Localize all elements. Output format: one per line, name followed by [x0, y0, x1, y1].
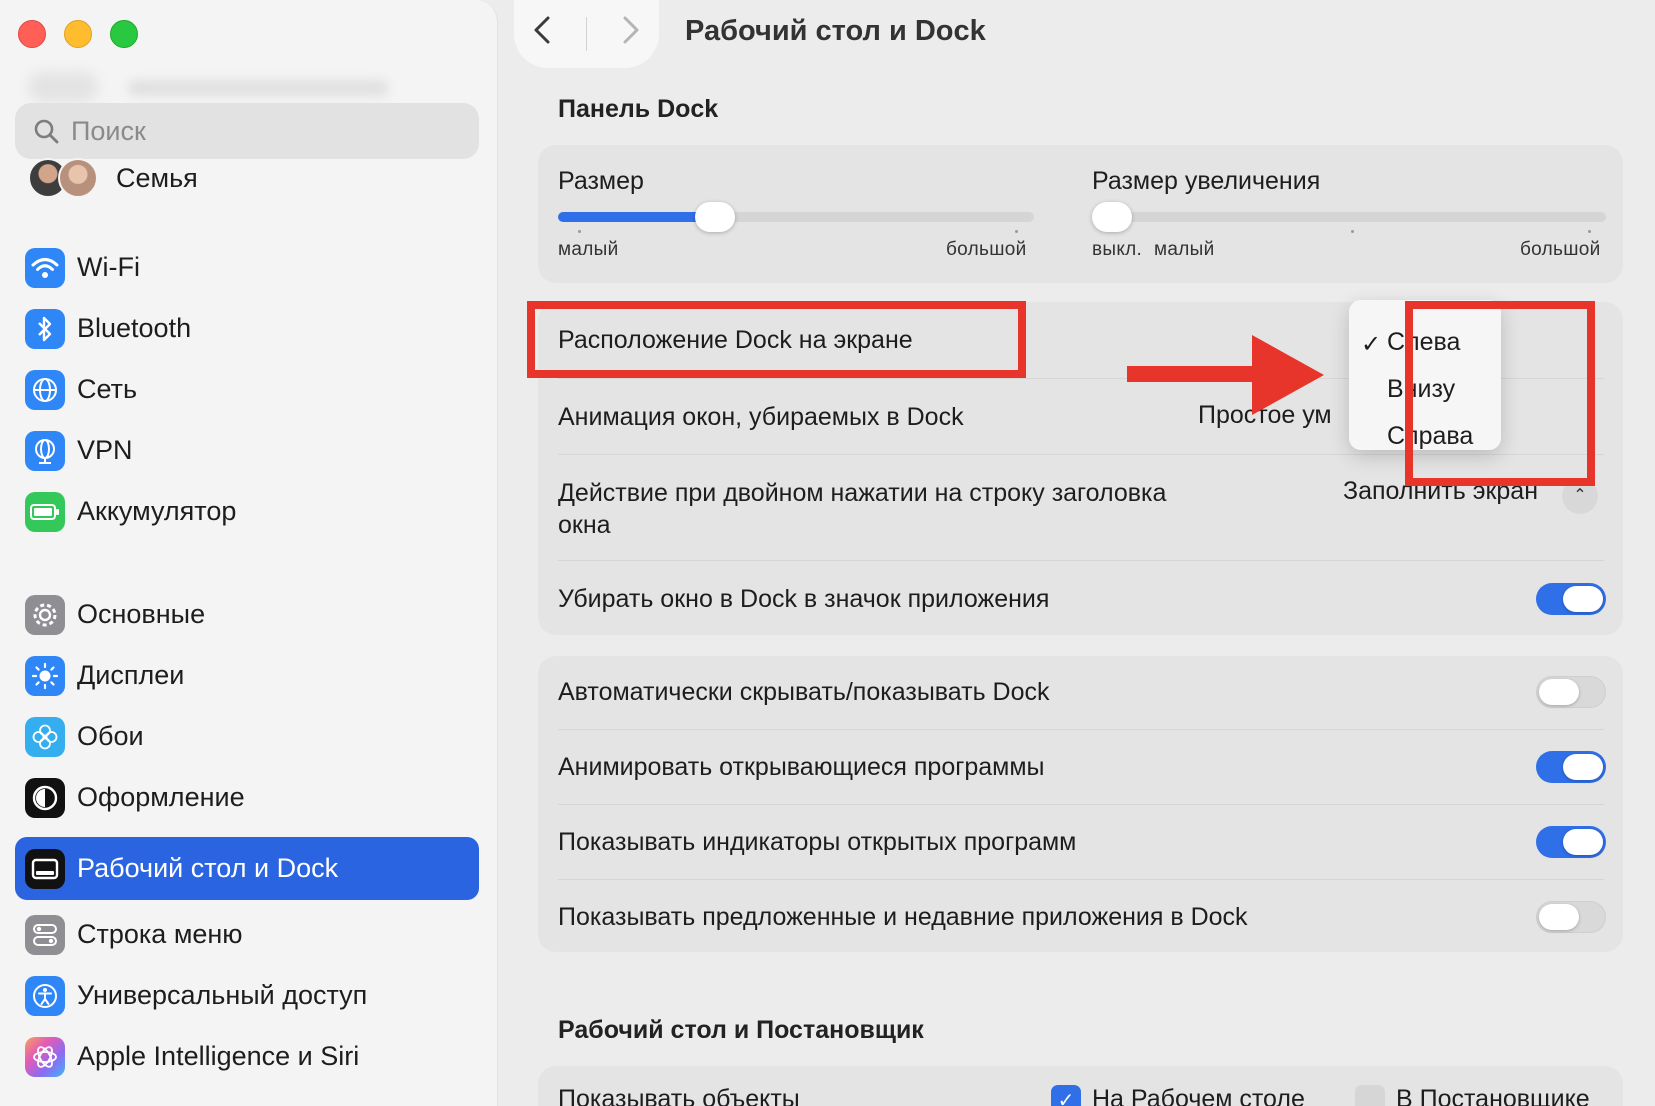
accessibility-icon: [25, 975, 65, 1016]
sidebar-item-label: Универсальный доступ: [77, 980, 368, 1010]
avatar: [58, 158, 98, 198]
gear-icon: [25, 594, 65, 635]
siri-icon: [25, 1036, 65, 1077]
size-max-label: большой: [946, 239, 1027, 260]
close-button[interactable]: [18, 20, 46, 48]
sidebar-item-label: Дисплеи: [77, 660, 185, 690]
sidebar-item-label: Bluetooth: [77, 313, 192, 343]
recent-apps-label: Показывать предложенные и недавние прило…: [558, 903, 1248, 931]
annotation-highlight-menu: [1405, 301, 1595, 486]
sidebar-item-label: Аккумулятор: [77, 496, 237, 526]
in-stage-manager-checkbox[interactable]: [1355, 1085, 1385, 1106]
main-pane: Рабочий стол и Dock Панель Dock Размер м…: [498, 0, 1655, 1106]
indicators-label: Показывать индикаторы открытых программ: [558, 828, 1077, 856]
sidebar-item-displays[interactable]: Дисплеи: [15, 644, 479, 707]
sidebar-item-label: Обои: [77, 721, 144, 751]
magnification-slider[interactable]: [1092, 212, 1606, 222]
magnification-off-label: выкл.: [1092, 239, 1143, 260]
sidebar-item-siri[interactable]: Apple Intelligence и Siri: [15, 1025, 479, 1088]
show-items-label: Показывать объекты: [558, 1085, 800, 1106]
sidebar-item-appearance[interactable]: Оформление: [15, 766, 479, 829]
flower-icon: [25, 716, 65, 757]
chevron-left-icon: [534, 16, 550, 43]
globe-icon: [25, 369, 65, 410]
sidebar-item-wallpaper[interactable]: Обои: [15, 705, 479, 768]
sidebar-item-wifi[interactable]: Wi-Fi: [15, 236, 479, 299]
search-icon: [34, 119, 59, 144]
family-label: Семья: [116, 162, 198, 193]
sidebar-item-family[interactable]: Семья: [28, 158, 198, 198]
annotation-arrow: [1127, 366, 1262, 382]
sidebar-item-label: Apple Intelligence и Siri: [77, 1041, 360, 1071]
appearance-icon: [25, 777, 65, 818]
vpn-globe-icon: [25, 430, 65, 471]
account-row-blurred[interactable]: [28, 72, 388, 104]
window-controls: [18, 20, 138, 48]
annotation-arrow-head: [1252, 335, 1324, 415]
minimize-into-app-label: Убирать окно в Dock в значок приложения: [558, 585, 1050, 613]
sun-icon: [25, 655, 65, 696]
bluetooth-icon: [25, 308, 65, 349]
in-stage-manager-label: В Постановщике: [1396, 1085, 1590, 1106]
sidebar-item-vpn[interactable]: VPN: [15, 419, 479, 482]
search-field[interactable]: Поиск: [15, 103, 479, 159]
dock-icon: [25, 848, 65, 889]
sidebar-item-label: Основные: [77, 599, 206, 629]
on-desktop-label: На Рабочем столе: [1092, 1085, 1305, 1106]
sidebar-item-bluetooth[interactable]: Bluetooth: [15, 297, 479, 360]
forward-button[interactable]: [620, 13, 642, 56]
sidebar: Поиск Семья Wi-Fi Bluetooth Сеть VPN Акк…: [0, 0, 498, 1106]
size-min-label: малый: [558, 239, 619, 260]
annotation-highlight-label: [527, 301, 1026, 378]
sidebar-item-label: Строка меню: [77, 919, 243, 949]
section-title-desktop: Рабочий стол и Постановщик: [558, 1016, 924, 1044]
size-slider-fill: [558, 212, 716, 222]
indicators-toggle[interactable]: [1536, 826, 1606, 858]
page-title: Рабочий стол и Dock: [685, 15, 986, 47]
sidebar-item-label: Wi-Fi: [77, 252, 140, 282]
double-click-label-line1: Действие при двойном нажатии на строку з…: [558, 479, 1167, 507]
minimize-into-app-toggle[interactable]: [1536, 583, 1606, 615]
animate-toggle[interactable]: [1536, 751, 1606, 783]
sidebar-item-label: Рабочий стол и Dock: [77, 853, 339, 883]
sidebar-item-menubar[interactable]: Строка меню: [15, 903, 479, 966]
sidebar-item-network[interactable]: Сеть: [15, 358, 479, 421]
menubar-icon: [25, 914, 65, 955]
back-button[interactable]: [531, 13, 553, 56]
magnification-slider-knob[interactable]: [1092, 202, 1132, 232]
sidebar-item-battery[interactable]: Аккумулятор: [15, 480, 479, 543]
wifi-icon: [25, 247, 65, 288]
sidebar-item-label: Сеть: [77, 374, 138, 404]
checkmark-icon: ✓: [1361, 331, 1382, 358]
sidebar-item-general[interactable]: Основные: [15, 583, 479, 646]
search-placeholder: Поиск: [71, 115, 146, 146]
size-slider-knob[interactable]: [695, 202, 736, 232]
double-click-label-line2: окна: [558, 511, 611, 539]
autohide-toggle[interactable]: [1536, 676, 1606, 708]
sidebar-item-label: Оформление: [77, 782, 245, 812]
sidebar-item-desktop-dock[interactable]: Рабочий стол и Dock: [15, 837, 479, 900]
magnification-min-label: малый: [1154, 239, 1215, 260]
sidebar-item-label: VPN: [77, 435, 133, 465]
animate-label: Анимировать открывающиеся программы: [558, 753, 1045, 781]
sidebar-item-accessibility[interactable]: Универсальный доступ: [15, 964, 479, 1027]
magnification-label: Размер увеличения: [1092, 167, 1321, 195]
recent-apps-toggle[interactable]: [1536, 901, 1606, 933]
battery-icon: [25, 491, 65, 532]
history-nav: [514, 0, 659, 68]
autohide-label: Автоматически скрывать/показывать Dock: [558, 678, 1050, 706]
section-title-dock: Панель Dock: [558, 95, 719, 123]
magnification-max-label: большой: [1520, 239, 1601, 260]
chevron-right-icon: [623, 16, 639, 43]
on-desktop-checkbox[interactable]: ✓: [1051, 1085, 1081, 1106]
size-label: Размер: [558, 167, 644, 195]
zoom-button[interactable]: [110, 20, 138, 48]
minimize-button[interactable]: [64, 20, 92, 48]
minimize-effect-label: Анимация окон, убираемых в Dock: [558, 403, 964, 431]
